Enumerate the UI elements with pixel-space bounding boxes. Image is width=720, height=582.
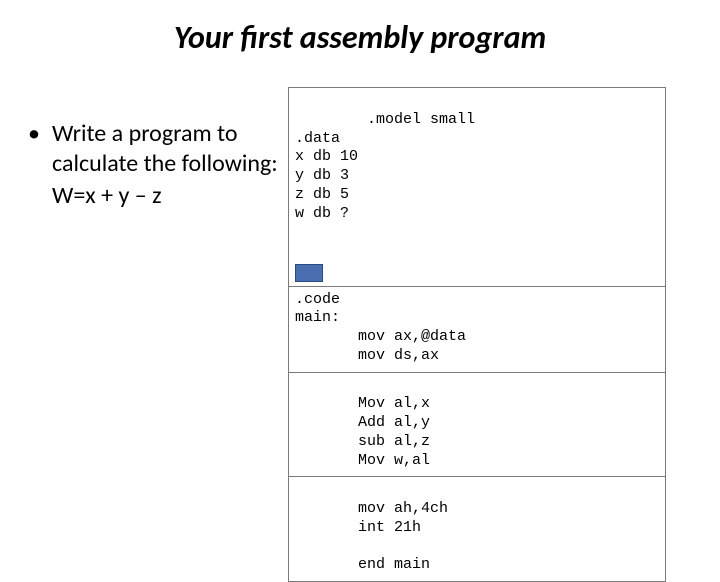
bullet-dot: • — [28, 119, 52, 179]
code-cell-data: .model small .data x db 10 y db 3 z db 5… — [289, 88, 665, 287]
code-box: .model small .data x db 10 y db 3 z db 5… — [288, 87, 666, 582]
bullet-line-1: Write a program to calculate the followi… — [52, 119, 280, 179]
slide-title: Your first assembly program — [0, 0, 720, 57]
code-text-1: .model small .data x db 10 y db 3 z db 5… — [295, 111, 475, 222]
equation-line: W=x + y – z — [28, 181, 280, 211]
right-code: .model small .data x db 10 y db 3 z db 5… — [288, 87, 666, 582]
content-area: • Write a program to calculate the follo… — [0, 87, 720, 582]
blue-highlight — [295, 264, 323, 282]
left-text: • Write a program to calculate the follo… — [0, 87, 280, 582]
bullet-item: • Write a program to calculate the follo… — [28, 119, 280, 179]
code-cell-code: .code main: mov ax,@data mov ds,ax — [289, 287, 665, 373]
code-cell-ops: Mov al,x Add al,y sub al,z Mov w,al — [289, 373, 665, 478]
code-cell-end: mov ah,4ch int 21h end main — [289, 477, 665, 581]
